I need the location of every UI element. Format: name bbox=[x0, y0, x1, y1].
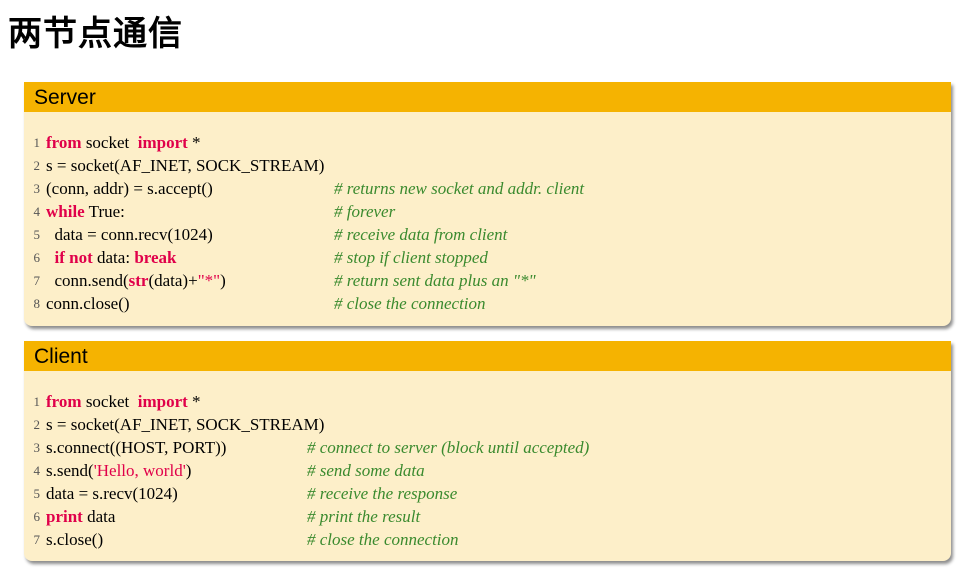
code-comment: # forever bbox=[334, 202, 396, 221]
code-comment: # receive the response bbox=[307, 484, 458, 503]
code-comment: # print the result bbox=[307, 507, 421, 526]
code-text: data bbox=[82, 507, 116, 526]
code-comment: # close the connection bbox=[334, 294, 486, 313]
code-text: ) bbox=[220, 271, 226, 290]
code-keyword: if bbox=[54, 248, 65, 267]
code-keyword: print bbox=[46, 507, 83, 526]
code-keyword: import bbox=[137, 392, 188, 411]
code-line: 2 s = socket(AF_INET, SOCK_STREAM) bbox=[34, 414, 325, 436]
code-comment: # close the connection bbox=[307, 530, 459, 549]
line-number: 5 bbox=[33, 227, 41, 242]
server-block-header: Server bbox=[24, 82, 951, 112]
code-keyword: str bbox=[128, 271, 149, 290]
line-number: 4 bbox=[33, 463, 41, 478]
line-number: 3 bbox=[33, 181, 41, 196]
code-comment: # connect to server (block until accepte… bbox=[307, 438, 590, 457]
code-text: conn.send( bbox=[46, 271, 129, 290]
code-string: "*" bbox=[197, 271, 221, 290]
line-number: 4 bbox=[33, 204, 41, 219]
code-text: data = conn.recv(1024) bbox=[46, 225, 213, 244]
code-keyword: import bbox=[137, 133, 188, 152]
code-text: (conn, addr) = s.accept() bbox=[46, 179, 213, 198]
code-keyword: from bbox=[46, 133, 82, 152]
code-keyword: break bbox=[134, 248, 177, 267]
line-number: 3 bbox=[33, 440, 41, 455]
line-number: 2 bbox=[33, 158, 41, 173]
code-text: * bbox=[187, 133, 201, 152]
code-text: s.close() bbox=[46, 530, 104, 549]
code-comment: # return sent data plus an "*" bbox=[334, 271, 536, 290]
code-text: socket bbox=[81, 133, 138, 152]
code-keyword: while bbox=[46, 202, 85, 221]
code-text: s = socket(AF_INET, SOCK_STREAM) bbox=[46, 415, 325, 434]
code-text: s.send( bbox=[46, 461, 94, 480]
slide-title: 两节点通信 bbox=[8, 14, 183, 54]
code-text: s.connect((HOST, PORT)) bbox=[46, 438, 227, 457]
code-text: conn.close() bbox=[46, 294, 130, 313]
client-code-block: Client 1 from socket import * 2 s = socket(… bbox=[24, 341, 951, 561]
code-line: 7 conn.send(str(data)+"*") bbox=[34, 270, 226, 292]
code-line: 1 from socket import * bbox=[34, 391, 201, 413]
code-string: 'Hello, world' bbox=[93, 461, 186, 480]
server-code-block: Server 1 from socket import * 2 s = socket(… bbox=[24, 82, 951, 326]
client-block-header: Client bbox=[24, 341, 951, 371]
code-line: 3 (conn, addr) = s.accept() bbox=[34, 178, 213, 200]
code-comment: # receive data from client bbox=[334, 225, 508, 244]
line-number: 1 bbox=[33, 135, 41, 150]
line-number: 5 bbox=[33, 486, 41, 501]
code-comment: # send some data bbox=[307, 461, 425, 480]
code-keyword: not bbox=[69, 248, 93, 267]
code-keyword: from bbox=[46, 392, 82, 411]
code-line: 6 print data bbox=[34, 506, 116, 528]
code-line: 6 if not data: break bbox=[34, 247, 177, 269]
code-line: 4 s.send('Hello, world') bbox=[34, 460, 192, 482]
line-number: 7 bbox=[33, 273, 41, 288]
code-line: 3 s.connect((HOST, PORT)) bbox=[34, 437, 227, 459]
code-text: ) bbox=[185, 461, 192, 480]
code-line: 2 s = socket(AF_INET, SOCK_STREAM) bbox=[34, 155, 325, 177]
code-line: 5 data = s.recv(1024) bbox=[34, 483, 178, 505]
line-number: 8 bbox=[33, 296, 41, 311]
code-text: socket bbox=[81, 392, 138, 411]
code-text: data: bbox=[92, 248, 135, 267]
code-text: True: bbox=[84, 202, 125, 221]
code-line: 4 while True: bbox=[34, 201, 125, 223]
code-comment: # returns new socket and addr. client bbox=[334, 179, 585, 198]
code-line: 1 from socket import * bbox=[34, 132, 201, 154]
line-number: 6 bbox=[33, 250, 41, 265]
code-line: 5 data = conn.recv(1024) bbox=[34, 224, 213, 246]
line-number: 1 bbox=[33, 394, 41, 409]
code-comment: # stop if client stopped bbox=[334, 248, 488, 267]
code-text: (data)+ bbox=[148, 271, 198, 290]
code-line: 7 s.close() bbox=[34, 529, 104, 551]
line-number: 6 bbox=[33, 509, 41, 524]
line-number: 2 bbox=[33, 417, 41, 432]
code-line: 8 conn.close() bbox=[34, 293, 130, 315]
code-text: s = socket(AF_INET, SOCK_STREAM) bbox=[46, 156, 325, 175]
line-number: 7 bbox=[33, 532, 41, 547]
code-text: data = s.recv(1024) bbox=[46, 484, 178, 503]
code-text: * bbox=[187, 392, 201, 411]
